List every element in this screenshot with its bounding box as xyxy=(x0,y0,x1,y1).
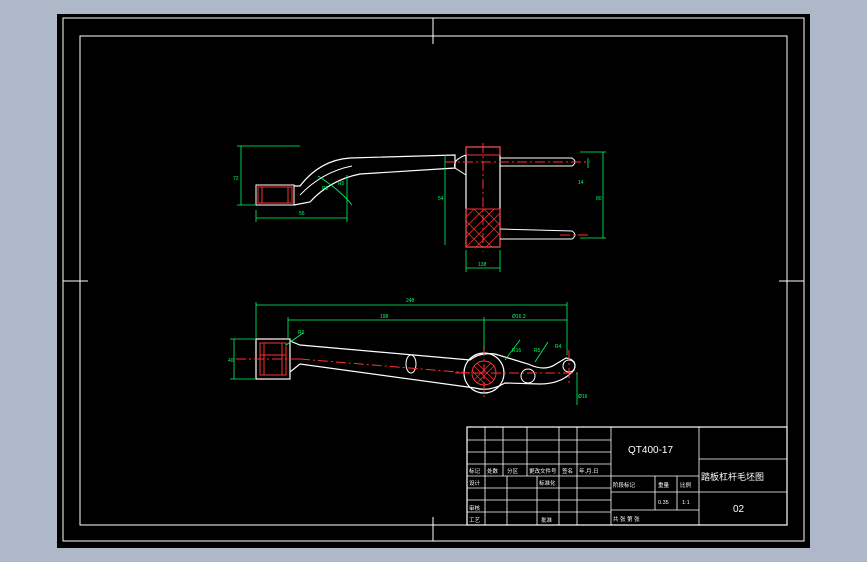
svg-text:R4: R4 xyxy=(555,344,562,350)
top-centerlines xyxy=(445,143,590,252)
tb-approve: 批准 xyxy=(541,516,553,524)
svg-text:Ø16: Ø16 xyxy=(578,394,588,400)
svg-text:138: 138 xyxy=(478,262,487,268)
svg-text:40: 40 xyxy=(228,358,234,364)
tb-count: 处数 xyxy=(487,467,499,475)
hub-boss xyxy=(454,154,467,176)
tb-change-doc: 更改文件号 xyxy=(529,467,557,475)
svg-text:198: 198 xyxy=(380,314,389,320)
tb-review: 审核 xyxy=(469,504,481,512)
svg-text:248: 248 xyxy=(406,298,415,304)
svg-text:14: 14 xyxy=(578,180,584,186)
tb-stage-label: 阶段标记 xyxy=(613,481,636,489)
top-dimensions xyxy=(237,145,606,272)
inner-border xyxy=(79,35,788,526)
sheet-number: 02 xyxy=(733,504,745,515)
svg-text:R9: R9 xyxy=(298,330,305,336)
top-view: 72 56 138 80 14 R8 R5 54 xyxy=(233,143,606,272)
front-small-boss xyxy=(520,368,536,384)
svg-text:R5: R5 xyxy=(338,181,345,187)
svg-text:56: 56 xyxy=(299,211,305,217)
left-boss-hatch xyxy=(257,186,293,204)
tb-signature: 签名 xyxy=(562,467,573,475)
tb-date: 年.月.日 xyxy=(579,467,599,475)
fork-lower xyxy=(499,228,576,240)
tb-weight-value: 0.35 xyxy=(658,500,669,506)
tb-standardized: 标准化 xyxy=(539,479,556,487)
svg-text:R5: R5 xyxy=(534,348,541,354)
outer-border xyxy=(62,17,805,542)
svg-text:Ø16.3: Ø16.3 xyxy=(512,314,526,320)
tb-scale-value: 1:1 xyxy=(682,500,690,506)
svg-text:54: 54 xyxy=(438,196,444,202)
tb-process: 工艺 xyxy=(469,517,481,524)
tb-weight-label: 重量 xyxy=(658,481,670,489)
drawing-code: QT400-17 xyxy=(628,445,673,456)
tb-designer: 设计 xyxy=(469,479,481,487)
front-slot xyxy=(405,354,417,374)
svg-text:72: 72 xyxy=(233,176,239,182)
svg-text:R8: R8 xyxy=(322,186,329,192)
tb-sheets: 共 张 第 张 xyxy=(613,515,640,523)
svg-text:80: 80 xyxy=(596,196,602,202)
tb-zone: 分区 xyxy=(507,467,519,475)
title-block: 标记 处数 分区 更改文件号 签名 年.月.日 设计 标准化 审核 工艺 批准 … xyxy=(466,426,788,526)
cad-drawing: 72 56 138 80 14 R8 R5 54 248 198 Ø16.3 4… xyxy=(62,17,805,542)
front-view: 248 198 Ø16.3 40 R9 R16 R5 R4 Ø16 xyxy=(228,298,588,405)
drawing-name: 踏板杠杆毛坯图 xyxy=(701,471,764,482)
tb-scale-label: 比例 xyxy=(680,481,692,489)
tb-mark: 标记 xyxy=(469,467,481,475)
center-marks xyxy=(63,18,804,541)
svg-text:R16: R16 xyxy=(512,348,521,354)
